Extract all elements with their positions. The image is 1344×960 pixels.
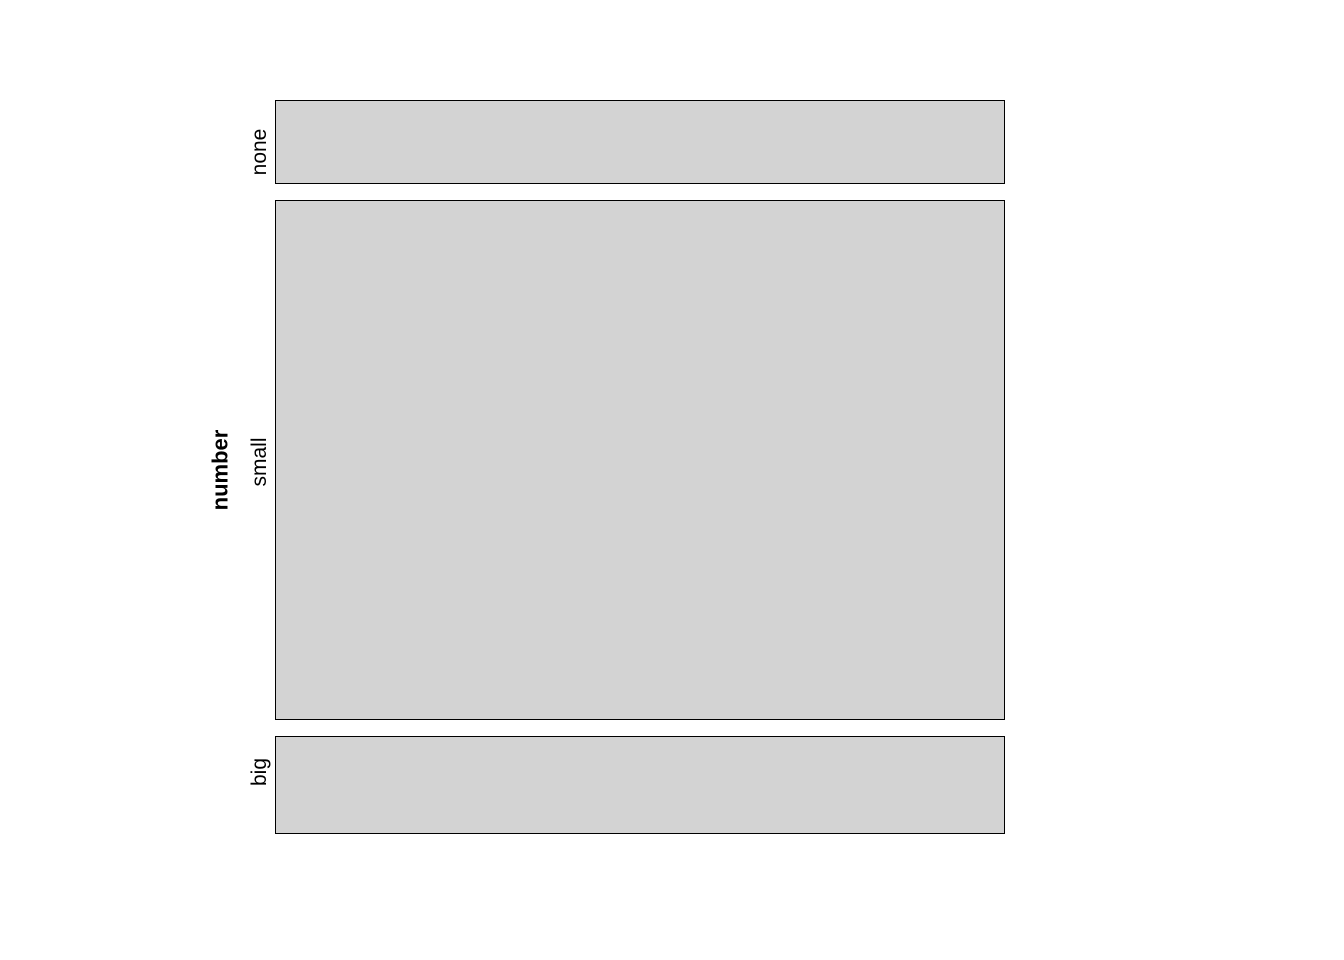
- y-axis-label: number: [207, 430, 233, 511]
- bar-big: [275, 736, 1005, 834]
- plot-area: [275, 100, 1005, 840]
- tick-label-big: big: [248, 742, 272, 802]
- tick-label-none: none: [248, 122, 272, 182]
- chart-container: number none small big: [180, 100, 1080, 840]
- bar-small: [275, 200, 1005, 720]
- tick-label-small: small: [248, 432, 272, 492]
- bar-none: [275, 100, 1005, 184]
